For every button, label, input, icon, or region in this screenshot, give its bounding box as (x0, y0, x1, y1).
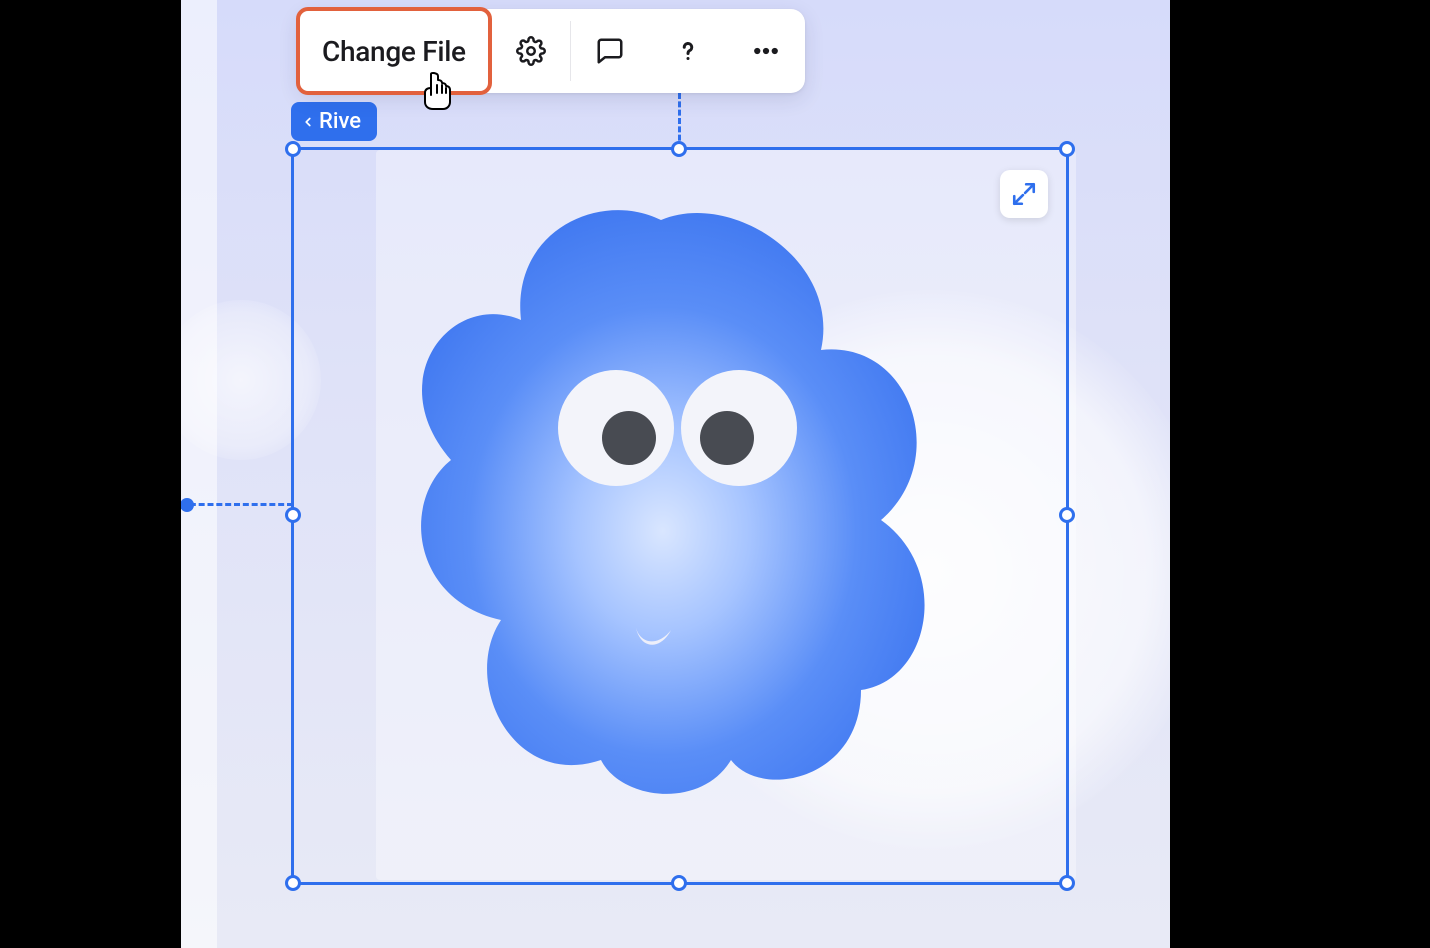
expand-button[interactable] (1000, 170, 1048, 218)
resize-handle-mr[interactable] (1059, 507, 1075, 523)
resize-handle-tr[interactable] (1059, 141, 1075, 157)
expand-icon (1011, 181, 1037, 207)
resize-handle-tm[interactable] (671, 141, 687, 157)
question-icon (673, 36, 703, 66)
resize-handle-br[interactable] (1059, 875, 1075, 891)
change-file-button[interactable]: Change File (296, 7, 492, 95)
more-button[interactable] (727, 9, 805, 93)
selection-bounding-box[interactable] (291, 147, 1069, 885)
resize-handle-tl[interactable] (285, 141, 301, 157)
more-icon (751, 36, 781, 66)
help-button[interactable] (649, 9, 727, 93)
comment-button[interactable] (571, 9, 649, 93)
editor-canvas[interactable]: Rive Change File (181, 0, 1170, 948)
chevron-left-icon (301, 115, 315, 129)
left-gutter (181, 0, 217, 948)
comment-icon (595, 36, 625, 66)
settings-button[interactable] (492, 9, 570, 93)
element-type-label: Rive (319, 109, 361, 134)
gear-icon (516, 36, 546, 66)
resize-handle-ml[interactable] (285, 507, 301, 523)
align-guide-horizontal (181, 503, 293, 506)
resize-handle-bm[interactable] (671, 875, 687, 891)
element-type-tag[interactable]: Rive (291, 102, 377, 141)
resize-handle-bl[interactable] (285, 875, 301, 891)
change-file-label: Change File (322, 35, 466, 68)
context-toolbar: Change File (298, 9, 805, 93)
